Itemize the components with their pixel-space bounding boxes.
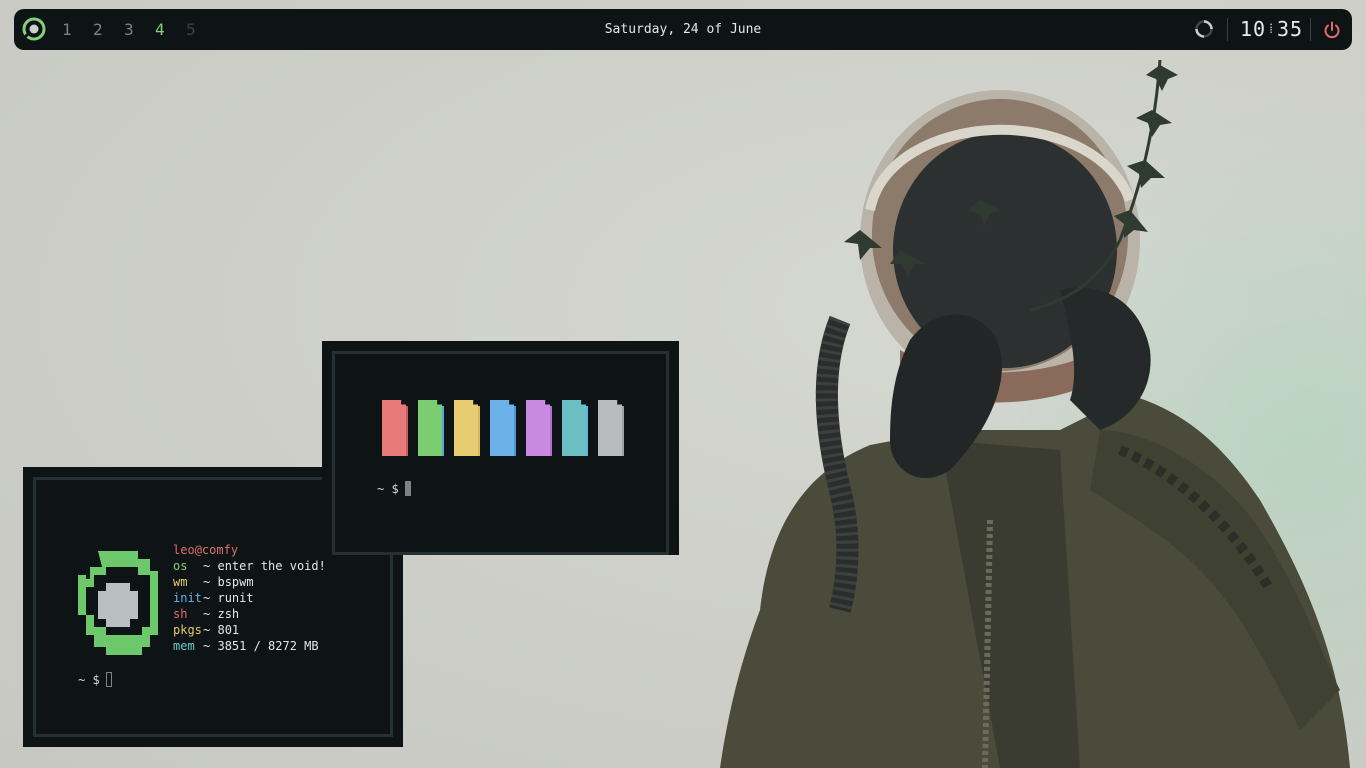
color-swatch: [490, 400, 514, 456]
top-bar: 1 2 3 4 5 Saturday, 24 of June 10 ⁞ 35: [14, 9, 1352, 50]
divider: [1310, 18, 1311, 41]
clock: 10 ⁞ 35: [1240, 9, 1303, 50]
date-display: Saturday, 24 of June: [604, 22, 762, 37]
info-sep: ~: [203, 559, 211, 573]
info-sep: ~: [203, 607, 211, 621]
info-key-wm: wm: [173, 575, 188, 589]
clock-hour: 10: [1240, 17, 1267, 41]
info-value-init: runit: [217, 591, 254, 605]
username: leo: [173, 543, 195, 557]
color-swatch: [418, 400, 442, 456]
info-key-os: os: [173, 559, 188, 573]
info-sep: ~: [203, 623, 211, 637]
color-swatch: [382, 400, 406, 456]
info-value-mem: 3851 / 8272 MB: [217, 639, 319, 653]
loading-spinner-icon: [1195, 20, 1213, 38]
hostname: comfy: [201, 543, 239, 557]
color-swatch: [562, 400, 586, 456]
info-value-sh: zsh: [217, 607, 240, 621]
divider: [1227, 18, 1228, 41]
info-sep: ~: [203, 639, 211, 653]
info-value-pkgs: 801: [217, 623, 240, 637]
color-swatch: [598, 400, 622, 456]
info-key-pkgs: pkgs: [173, 623, 202, 637]
info-key-mem: mem: [173, 639, 195, 653]
info-sep: ~: [203, 575, 211, 589]
info-key-sh: sh: [173, 607, 188, 621]
prompt-text: ~ $: [377, 482, 399, 496]
at-sign: @: [194, 543, 202, 557]
text-cursor: [105, 672, 112, 687]
text-cursor: [404, 481, 411, 496]
info-value-os: enter the void!: [217, 559, 326, 573]
void-logo-icon: [78, 551, 158, 655]
terminal-window-colors[interactable]: ~ $: [322, 341, 679, 555]
prompt-text: ~ $: [78, 673, 100, 687]
info-value-wm: bspwm: [217, 575, 254, 589]
info-key-init: init: [173, 591, 202, 605]
clock-minute: 35: [1276, 17, 1304, 41]
shell-prompt[interactable]: ~ $: [78, 672, 112, 687]
color-swatch: [526, 400, 550, 456]
clock-separator-icon: ⁞: [1269, 21, 1274, 37]
power-icon[interactable]: [1322, 20, 1342, 40]
info-sep: ~: [203, 591, 211, 605]
wallpaper-astronaut-image: [700, 50, 1366, 768]
shell-prompt[interactable]: ~ $: [377, 481, 411, 496]
system-info: leo@comfy os ~ enter the void! wm ~ bspwm …: [173, 542, 326, 654]
color-swatch: [454, 400, 478, 456]
